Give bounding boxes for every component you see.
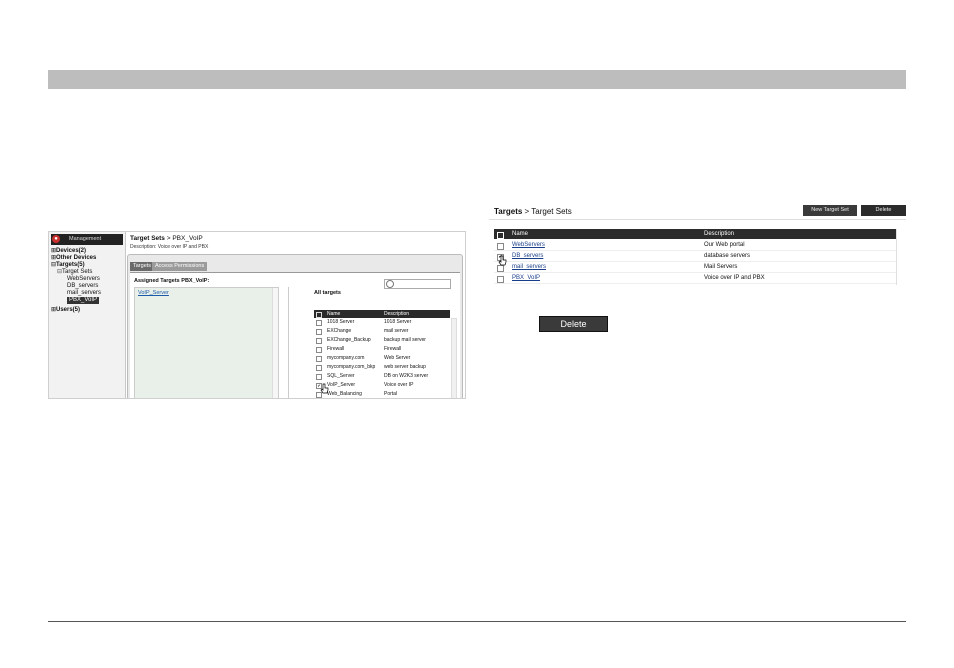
tree-item-mail-servers[interactable]: mail_servers	[67, 290, 101, 297]
hand-cursor-icon	[320, 383, 329, 394]
table-header: Name Description	[314, 310, 450, 318]
cell-description: web server backup	[384, 364, 426, 370]
row-checkbox[interactable]	[316, 320, 322, 326]
row-checkbox[interactable]	[316, 329, 322, 335]
tree-item-db-servers[interactable]: DB_servers	[67, 283, 98, 290]
row-checkbox[interactable]	[316, 365, 322, 371]
breadcrumb-current: Target Sets	[531, 207, 572, 216]
table-row[interactable]: Firewall Firewall	[314, 345, 450, 354]
delete-button-large[interactable]: Delete	[539, 316, 608, 332]
assigned-item[interactable]: VoIP_Server	[138, 290, 169, 296]
table-row[interactable]: mycompany.com Web Server	[314, 354, 450, 363]
tree-item-pbx-voip[interactable]: PBX_VoIP	[67, 297, 100, 304]
cell-name: SQL_Server	[327, 373, 355, 379]
tree-item-label: DB_servers	[67, 283, 99, 289]
assigned-heading: Assigned Targets PBX_VoIP:	[134, 278, 210, 284]
tree-item-label: WebServers	[67, 276, 100, 282]
breadcrumb-current: PBX_VoIP	[172, 235, 203, 242]
table-row[interactable]: Web_Balancing Portal	[314, 390, 450, 398]
footer-divider	[48, 621, 906, 622]
cell-name: mycompany.com_bkp	[327, 364, 376, 370]
tree-item-label: PBX_VoIP	[69, 297, 98, 303]
breadcrumb-separator: >	[522, 207, 532, 216]
tree-item-targets[interactable]: ⊟Targets(5)	[51, 262, 85, 269]
cell-name: VoIP_Server	[327, 382, 356, 388]
all-targets-heading: All targets	[314, 290, 341, 296]
tree-item-label: Other Devices	[56, 255, 97, 261]
cell-name: mycompany.com	[327, 355, 365, 361]
tree-item-label: Devices(2)	[56, 248, 87, 254]
row-checkbox[interactable]	[316, 374, 322, 380]
table-row[interactable]: EXChange_Backup backup mail server	[314, 336, 450, 345]
cell-name: EXChange	[327, 328, 352, 334]
tree-item-target-sets[interactable]: ⊟Target Sets	[57, 269, 92, 276]
search-input[interactable]	[384, 279, 451, 289]
tab-container: Targets Access Permissions Assigned Targ…	[127, 254, 463, 398]
management-label: Management	[69, 236, 102, 242]
assigned-list: VoIP_Server	[134, 287, 279, 398]
cell-name: Web_Balancing	[327, 391, 362, 397]
table-body: 1018 Server 1018 Server EXChange mail serv…	[314, 318, 450, 398]
target-sets-list-screenshot: Targets > Target Sets New Target Set Del…	[489, 199, 906, 287]
tab-targets[interactable]: Targets	[130, 262, 155, 271]
tree-item-devices[interactable]: ⊞Devices(2)	[51, 248, 86, 255]
tree-item-label: Users(5)	[56, 307, 81, 313]
hand-cursor-icon	[498, 255, 507, 266]
breadcrumb-root[interactable]: Target Sets	[130, 235, 165, 242]
row-checkbox[interactable]	[316, 338, 322, 344]
tree-item-label: mail_servers	[67, 290, 102, 296]
table-row[interactable]: mycompany.com_bkp web server backup	[314, 363, 450, 372]
scrollbar[interactable]	[451, 318, 457, 398]
tree-item-label: Targets(5)	[56, 262, 85, 268]
header-bar	[48, 70, 906, 89]
search-icon[interactable]	[386, 280, 394, 288]
cell-name: 1018 Server	[327, 319, 355, 325]
scrollbar[interactable]	[272, 288, 278, 398]
description-text: Description: Voice over IP and PBX	[130, 244, 209, 250]
cell-description: mail server	[384, 328, 409, 334]
table-row[interactable]: 1018 Server 1018 Server	[314, 318, 450, 327]
main-panel: Target Sets > PBX_VoIP Description: Voic…	[127, 232, 465, 398]
tree-item-webservers[interactable]: WebServers	[67, 276, 100, 283]
divider	[489, 219, 906, 220]
row-checkbox[interactable]	[316, 347, 322, 353]
management-bar[interactable]: ● Management	[51, 234, 123, 245]
cell-description: Firewall	[384, 346, 402, 352]
tree-item-label: Target Sets	[62, 269, 93, 275]
cell-description: Portal	[384, 391, 398, 397]
cell-description: backup mail server	[384, 337, 426, 343]
cell-name: EXChange_Backup	[327, 337, 371, 343]
table-row[interactable]: SQL_Server DB on W2K3 server	[314, 372, 450, 381]
row-checkbox[interactable]	[316, 356, 322, 362]
tab-access-permissions[interactable]: Access Permissions	[152, 262, 208, 271]
column-header-description[interactable]: Description	[384, 310, 409, 318]
cell-description: DB on W2K3 server	[384, 373, 429, 379]
cell-name: Firewall	[327, 346, 345, 352]
breadcrumb: Targets > Target Sets	[494, 207, 572, 216]
tab-panel: Assigned Targets PBX_VoIP: VoIP_Server A…	[130, 272, 460, 398]
column-header-name[interactable]: Name	[327, 310, 340, 318]
target-set-detail-screenshot: ● Management ⊞Devices(2) ⊞Other Devices …	[48, 231, 466, 399]
table-row[interactable]: ✔ VoIP_Server Voice over IP	[314, 381, 450, 390]
sidebar: ● Management ⊞Devices(2) ⊞Other Devices …	[49, 232, 126, 398]
page-title: Target Sets > PBX_VoIP	[130, 235, 203, 242]
divider	[288, 287, 289, 398]
breadcrumb-root[interactable]: Targets	[494, 207, 522, 216]
cell-description: 1018 Server	[384, 319, 412, 325]
table-row[interactable]: EXChange mail server	[314, 327, 450, 336]
cell-description: Voice over IP	[384, 382, 414, 388]
cell-description: Web Server	[384, 355, 411, 361]
table-border	[494, 229, 897, 285]
tree-item-users[interactable]: ⊞Users(5)	[51, 307, 80, 314]
delete-button[interactable]: Delete	[861, 205, 906, 216]
new-target-set-button[interactable]: New Target Set	[803, 205, 857, 216]
tree-item-other-devices[interactable]: ⊞Other Devices	[51, 255, 96, 262]
management-icon: ●	[52, 235, 60, 243]
